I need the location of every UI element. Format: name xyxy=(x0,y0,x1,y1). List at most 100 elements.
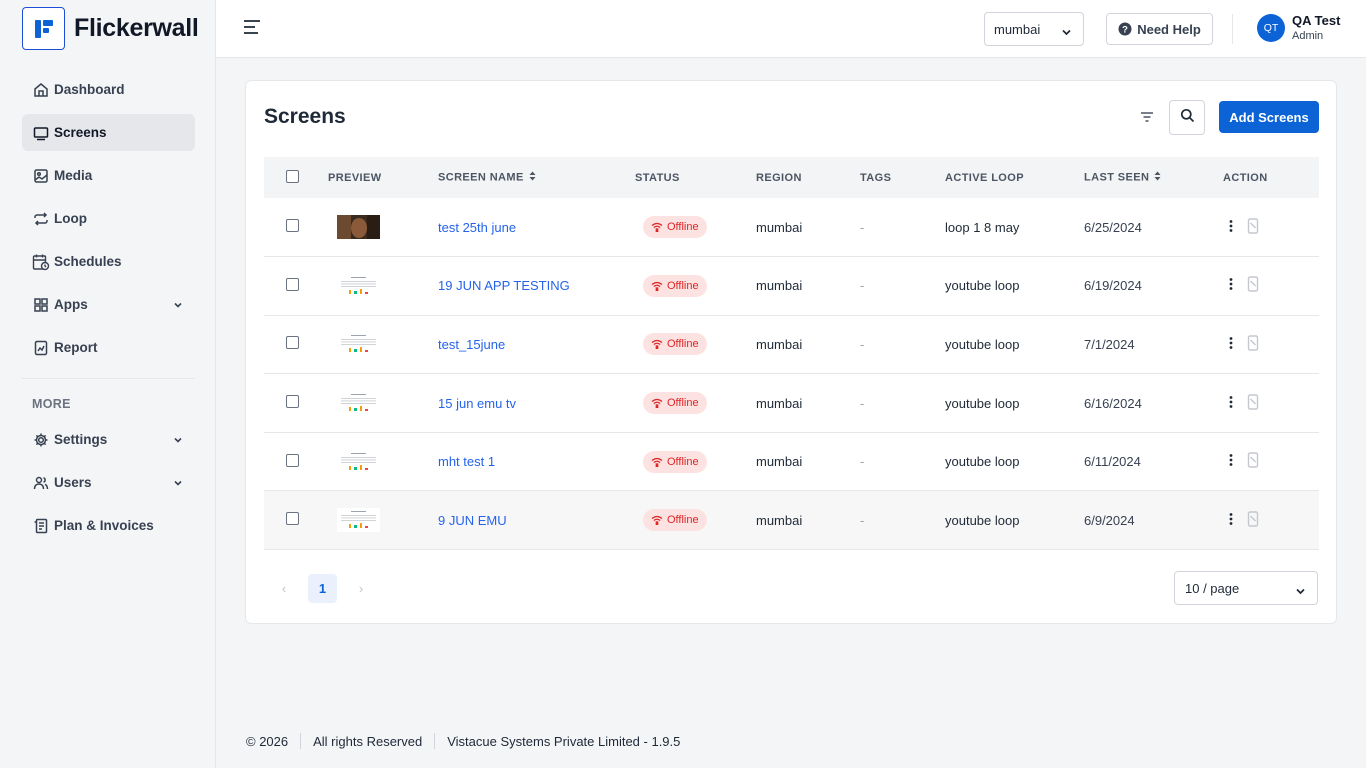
screen-preview-thumbnail[interactable] xyxy=(337,273,438,298)
region-select-value: mumbai xyxy=(994,21,1041,37)
device-icon[interactable] xyxy=(1247,511,1259,530)
row-actions xyxy=(1223,452,1319,471)
row-checkbox[interactable] xyxy=(286,453,299,467)
sidebar-item-plan-invoices[interactable]: Plan & Invoices xyxy=(22,507,195,544)
need-help-button[interactable]: ? Need Help xyxy=(1106,13,1213,45)
sidebar-item-label: Report xyxy=(54,340,98,355)
help-circle-icon: ? xyxy=(1118,22,1132,36)
chevron-down-icon xyxy=(173,298,183,313)
last-seen-cell: 7/1/2024 xyxy=(1084,336,1135,352)
status-badge: Offline xyxy=(643,333,707,356)
more-options-icon[interactable] xyxy=(1229,277,1233,294)
filter-icon[interactable] xyxy=(1140,110,1154,128)
active-loop-cell: youtube loop xyxy=(945,278,1020,294)
row-actions xyxy=(1223,217,1319,237)
screen-preview-thumbnail[interactable] xyxy=(337,332,438,357)
more-options-icon[interactable] xyxy=(1229,219,1233,236)
sort-icon[interactable] xyxy=(529,171,536,184)
sort-icon[interactable] xyxy=(1154,171,1161,184)
column-header-active-loop: ACTIVE LOOP xyxy=(945,171,1024,184)
invoice-icon xyxy=(32,517,50,535)
logo-icon xyxy=(22,7,65,50)
user-name[interactable]: QA Test xyxy=(1292,13,1340,28)
select-all-checkbox[interactable] xyxy=(286,169,299,183)
prev-page-icon[interactable]: ‹ xyxy=(274,581,294,596)
sidebar-item-label: Settings xyxy=(54,432,108,447)
more-options-icon[interactable] xyxy=(1229,336,1233,353)
calendar-clock-icon xyxy=(32,253,50,271)
active-loop-cell: loop 1 8 may xyxy=(945,219,1020,235)
region-select[interactable]: mumbai xyxy=(984,12,1084,46)
screen-preview-thumbnail[interactable] xyxy=(337,508,438,533)
gear-icon xyxy=(32,431,50,449)
status-text: Offline xyxy=(667,221,699,234)
screen-name-link[interactable]: test 25th june xyxy=(438,220,516,235)
wifi-icon xyxy=(651,222,663,233)
add-screens-button[interactable]: Add Screens xyxy=(1219,101,1319,133)
chevron-down-icon xyxy=(1295,584,1306,599)
page-size-select[interactable]: 10 / page xyxy=(1174,571,1318,605)
row-checkbox[interactable] xyxy=(286,336,299,350)
row-checkbox[interactable] xyxy=(286,219,299,233)
screen-preview-thumbnail[interactable] xyxy=(337,449,438,474)
sidebar-item-settings[interactable]: Settings xyxy=(22,421,195,458)
tags-cell: - xyxy=(860,395,865,411)
sidebar-item-apps[interactable]: Apps xyxy=(22,286,195,323)
table-row: 19 JUN APP TESTING Offline mumbai - youtube … xyxy=(264,257,1319,316)
sidebar-item-loop[interactable]: Loop xyxy=(22,200,195,237)
sidebar-item-media[interactable]: Media xyxy=(22,157,195,194)
screen-name-link[interactable]: test_15june xyxy=(438,337,505,352)
sidebar-item-dashboard[interactable]: Dashboard xyxy=(22,71,195,108)
screen-name-link[interactable]: 19 JUN APP TESTING xyxy=(438,278,570,293)
sidebar-item-schedules[interactable]: Schedules xyxy=(22,243,195,280)
row-checkbox[interactable] xyxy=(286,512,299,526)
screen-preview-thumbnail[interactable] xyxy=(337,215,438,240)
more-options-icon[interactable] xyxy=(1229,395,1233,412)
sidebar-item-screens[interactable]: Screens xyxy=(22,114,195,151)
device-icon[interactable] xyxy=(1247,393,1259,413)
device-icon[interactable] xyxy=(1247,217,1259,237)
svg-text:?: ? xyxy=(1122,25,1128,36)
last-seen-cell: 6/16/2024 xyxy=(1084,395,1142,411)
menu-toggle-icon[interactable] xyxy=(243,19,261,40)
screen-preview-thumbnail[interactable] xyxy=(337,391,438,416)
grid-icon xyxy=(32,296,50,314)
repeat-icon xyxy=(32,210,50,228)
chart-file-icon xyxy=(32,339,50,357)
column-header-last-seen[interactable]: LAST SEEN xyxy=(1084,157,1223,198)
more-options-icon[interactable] xyxy=(1229,453,1233,470)
sidebar-item-label: Schedules xyxy=(54,254,122,269)
row-actions xyxy=(1223,276,1319,295)
status-text: Offline xyxy=(667,338,699,351)
screen-name-link[interactable]: mht test 1 xyxy=(438,454,495,469)
search-button[interactable] xyxy=(1169,100,1205,135)
sidebar-item-users[interactable]: Users xyxy=(22,464,195,501)
column-header-label: SCREEN NAME xyxy=(438,171,524,184)
monitor-icon xyxy=(32,124,50,142)
next-page-icon[interactable]: › xyxy=(351,581,371,596)
screen-name-link[interactable]: 15 jun emu tv xyxy=(438,396,516,411)
column-header-tags: TAGS xyxy=(860,171,892,184)
last-seen-cell: 6/9/2024 xyxy=(1084,512,1135,528)
status-text: Offline xyxy=(667,514,699,527)
column-header-status: STATUS xyxy=(635,171,680,184)
region-cell: mumbai xyxy=(756,336,803,352)
avatar[interactable]: QT xyxy=(1257,14,1285,42)
more-options-icon[interactable] xyxy=(1229,512,1233,529)
table-row: test_15june Offline mumbai - youtube loop 7/1… xyxy=(264,315,1319,374)
pagination: ‹ 1 › xyxy=(274,574,371,603)
device-icon[interactable] xyxy=(1247,335,1259,354)
device-icon[interactable] xyxy=(1247,276,1259,295)
app-logo[interactable]: Flickerwall xyxy=(22,7,199,50)
screen-name-link[interactable]: 9 JUN EMU xyxy=(438,513,507,528)
status-badge: Offline xyxy=(643,509,707,532)
sidebar-item-label: Loop xyxy=(54,211,87,226)
row-checkbox[interactable] xyxy=(286,395,299,409)
column-header-label: LAST SEEN xyxy=(1084,171,1150,184)
row-checkbox[interactable] xyxy=(286,277,299,291)
sidebar-item-report[interactable]: Report xyxy=(22,329,195,366)
device-icon[interactable] xyxy=(1247,452,1259,471)
last-seen-cell: 6/19/2024 xyxy=(1084,278,1142,294)
column-header-screen-name[interactable]: SCREEN NAME xyxy=(438,157,635,198)
page-number-current[interactable]: 1 xyxy=(308,574,337,603)
